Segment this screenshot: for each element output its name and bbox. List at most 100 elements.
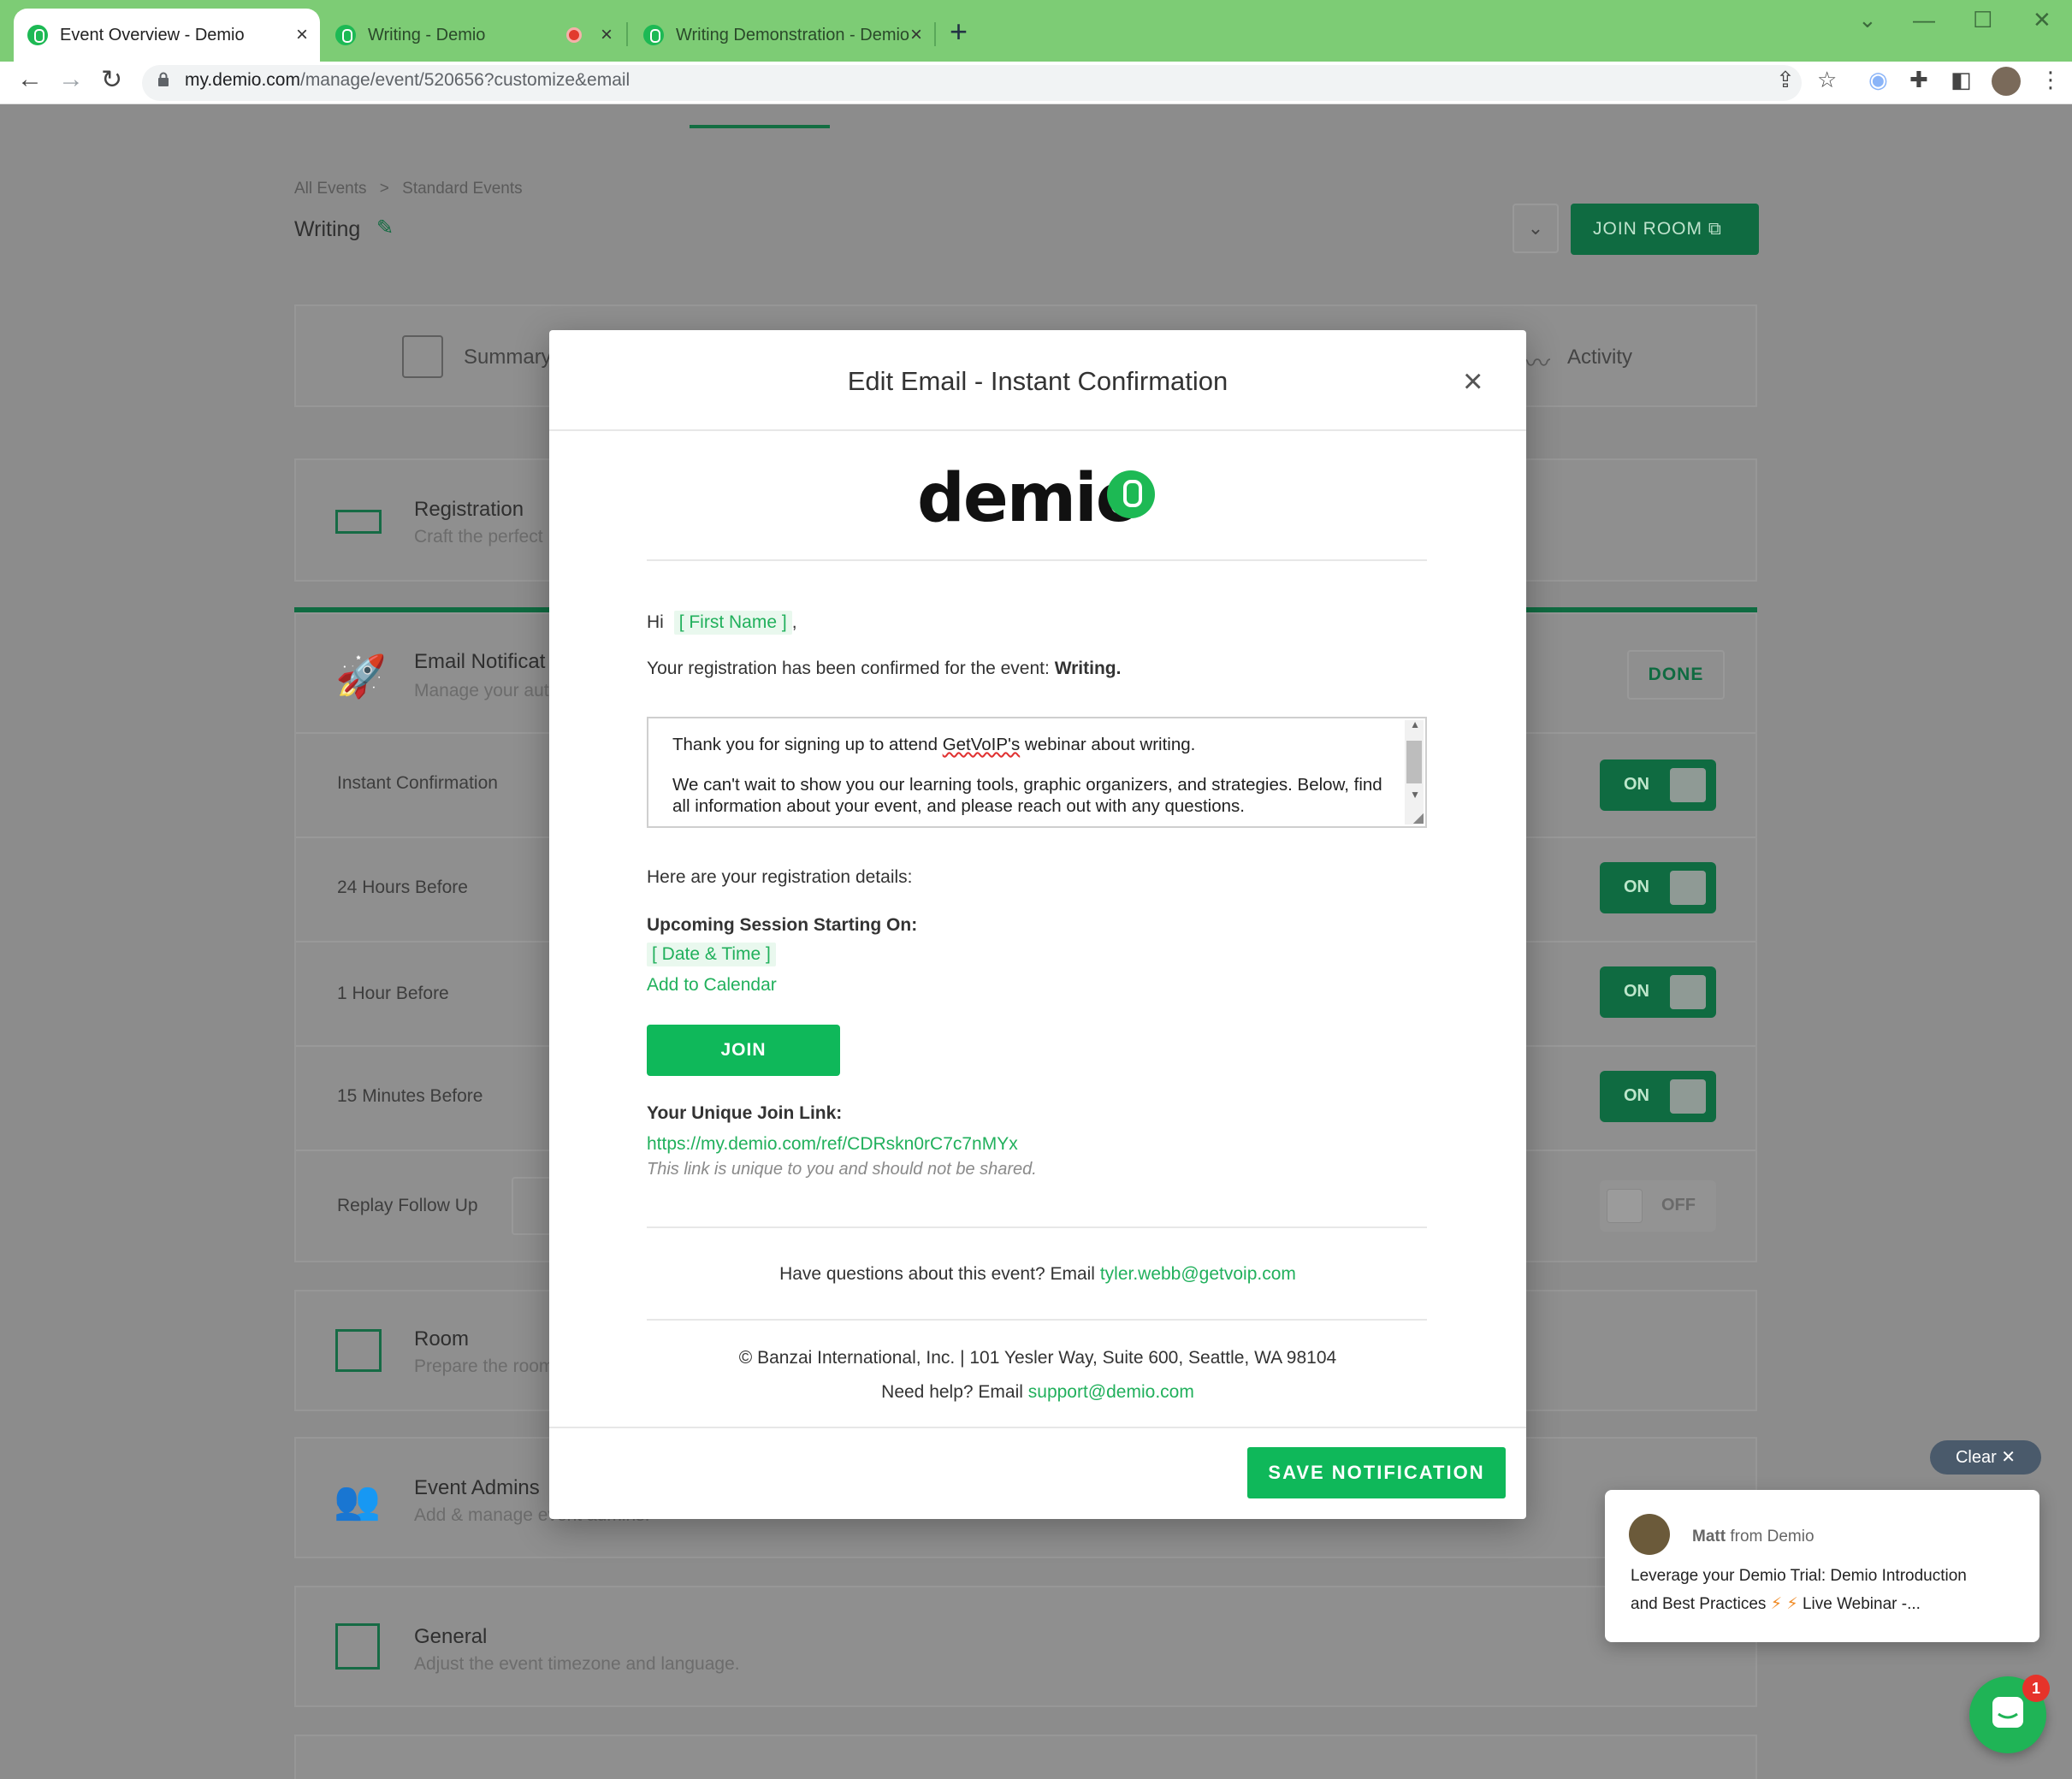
toggle-state: ON [1624, 982, 1649, 1001]
add-to-calendar-link[interactable]: Add to Calendar [647, 975, 777, 996]
toggle-knob [1670, 975, 1706, 1009]
organizer-email-link[interactable]: tyler.webb@getvoip.com [1100, 1264, 1296, 1284]
notification-label: 1 Hour Before [337, 984, 449, 1003]
scroll-up-arrow-icon[interactable]: ▲ [1410, 718, 1420, 730]
date-time-token[interactable]: [ Date & Time ] [647, 943, 776, 966]
reload-icon[interactable]: ↻ [101, 65, 122, 95]
notification-label: 15 Minutes Before [337, 1086, 483, 1106]
recording-indicator-icon [566, 27, 582, 43]
toggle-knob [1607, 1189, 1643, 1223]
1-hour-toggle[interactable]: ON [1600, 966, 1716, 1018]
tab-writing[interactable]: Writing - Demio × [322, 9, 625, 62]
top-nav-active-indicator [690, 125, 830, 128]
save-notification-button[interactable]: SAVE NOTIFICATION [1247, 1447, 1506, 1498]
external-link-icon: ⧉ [1708, 219, 1722, 239]
toggle-knob [1670, 768, 1706, 802]
modal-title: Edit Email - Instant Confirmation [847, 366, 1228, 396]
edit-title-icon[interactable]: ✎ [376, 216, 394, 240]
sender-name: Matt [1692, 1528, 1726, 1546]
kebab-menu-icon[interactable]: ⋮ [2039, 67, 2062, 93]
event-title: Writing [294, 217, 361, 241]
brand-name: GetVoIP's [942, 735, 1021, 754]
close-icon: ✕ [2001, 1448, 2016, 1467]
tab-event-overview[interactable]: Event Overview - Demio × [14, 9, 320, 62]
breadcrumb-all-events[interactable]: All Events [294, 180, 366, 198]
divider [647, 559, 1427, 561]
maximize-icon[interactable]: ☐ [1973, 7, 1992, 33]
tab-title: Event Overview - Demio [60, 25, 245, 44]
room-subtitle: Prepare the room [414, 1356, 554, 1376]
notification-label: Instant Confirmation [337, 773, 498, 793]
help-text: Need help? Email [881, 1382, 1023, 1402]
side-panel-icon[interactable]: ◧ [1951, 67, 1972, 93]
notification-label: 24 Hours Before [337, 878, 468, 897]
grammarly-extension-icon[interactable]: ◉ [1868, 67, 1888, 93]
resize-handle-icon[interactable]: ◢ [1413, 809, 1424, 826]
toggle-state: ON [1624, 775, 1649, 794]
close-icon[interactable]: × [1463, 364, 1483, 399]
divider [647, 1226, 1427, 1228]
general-settings-icon [335, 1623, 380, 1670]
scrollbar-thumb[interactable] [1406, 741, 1422, 783]
tab-activity[interactable]: Activity [1567, 346, 1632, 369]
help-line: Need help? Email support@demio.com [549, 1382, 1526, 1403]
demio-favicon-icon [335, 25, 356, 45]
registration-subtitle: Craft the perfect [414, 527, 543, 547]
join-button[interactable]: JOIN [647, 1025, 840, 1076]
sender-line: Matt from Demio [1692, 1528, 1814, 1546]
custom-message-textarea[interactable]: Thank you for signing up to attend GetVo… [647, 717, 1427, 828]
tab-search-chevron-icon[interactable]: ⌄ [1858, 7, 1877, 33]
message-text: Thank you for signing up to attend [672, 735, 938, 754]
clear-chat-button[interactable]: Clear ✕ [1930, 1440, 2041, 1475]
scroll-down-arrow-icon[interactable]: ▼ [1410, 789, 1420, 801]
minimize-icon[interactable]: — [1913, 7, 1935, 33]
tab-writing-demonstration[interactable]: Writing Demonstration - Demio × [630, 9, 934, 62]
close-tab-icon[interactable]: × [910, 23, 922, 47]
extensions-puzzle-icon[interactable]: ✚ [1909, 67, 1928, 93]
url-path: /manage/event/520656?customize&email [299, 70, 630, 90]
join-room-button[interactable]: JOIN ROOM ⧉ [1571, 204, 1759, 255]
general-card[interactable] [294, 1586, 1757, 1707]
24-hours-toggle[interactable]: ON [1600, 862, 1716, 913]
join-link-heading: Your Unique Join Link: [647, 1103, 843, 1123]
join-link-note: This link is unique to you and should no… [647, 1160, 1037, 1179]
first-name-token[interactable]: [ First Name ] [673, 611, 792, 635]
new-tab-icon[interactable]: + [950, 14, 968, 50]
chat-message-card[interactable]: Matt from Demio Leverage your Demio Tria… [1605, 1490, 2039, 1642]
replay-follow-up-toggle[interactable]: OFF [1600, 1180, 1716, 1232]
questions-text: Have questions about this event? Email [779, 1264, 1095, 1284]
confirmed-text: Your registration has been confirmed for… [647, 659, 1050, 678]
join-link[interactable]: https://my.demio.com/ref/CDRskn0rC7c7nMY… [647, 1134, 1018, 1155]
divider [647, 1319, 1427, 1321]
modal-footer-divider [549, 1427, 1526, 1428]
breadcrumb-standard-events[interactable]: Standard Events [402, 180, 522, 198]
done-button[interactable]: DONE [1627, 650, 1725, 700]
greeting-hi: Hi [647, 612, 664, 632]
url-text[interactable]: my.demio.com/manage/event/520656?customi… [185, 70, 630, 91]
close-window-icon[interactable]: ✕ [2033, 7, 2051, 33]
logo-wordmark: demio [917, 460, 1141, 537]
url-host: my.demio.com [185, 70, 300, 90]
summary-list-icon [402, 335, 443, 378]
share-icon[interactable]: ⇪ [1776, 67, 1795, 93]
event-options-dropdown[interactable]: ⌄ [1513, 204, 1559, 253]
15-minutes-toggle[interactable]: ON [1600, 1071, 1716, 1122]
toggle-knob [1670, 871, 1706, 905]
date-time-line: [ Date & Time ] [647, 943, 776, 966]
toggle-state: ON [1624, 1086, 1649, 1105]
general-title: General [414, 1625, 488, 1648]
forward-arrow-icon[interactable]: → [58, 65, 84, 94]
tab-summary[interactable]: Summary [464, 346, 552, 369]
demio-logo-icon [1107, 470, 1155, 518]
support-email-link[interactable]: support@demio.com [1028, 1382, 1194, 1402]
profile-avatar[interactable] [1992, 67, 2021, 96]
close-tab-icon[interactable]: × [601, 23, 613, 47]
session-heading: Upcoming Session Starting On: [647, 915, 918, 935]
greeting: Hi [ First Name ], [647, 611, 797, 635]
instant-confirmation-toggle[interactable]: ON [1600, 759, 1716, 811]
close-tab-icon[interactable]: × [296, 23, 308, 47]
back-arrow-icon[interactable]: ← [17, 65, 43, 94]
bookmark-star-icon[interactable]: ☆ [1817, 67, 1837, 93]
sender-avatar [1629, 1514, 1670, 1555]
demio-favicon-icon [643, 25, 664, 45]
